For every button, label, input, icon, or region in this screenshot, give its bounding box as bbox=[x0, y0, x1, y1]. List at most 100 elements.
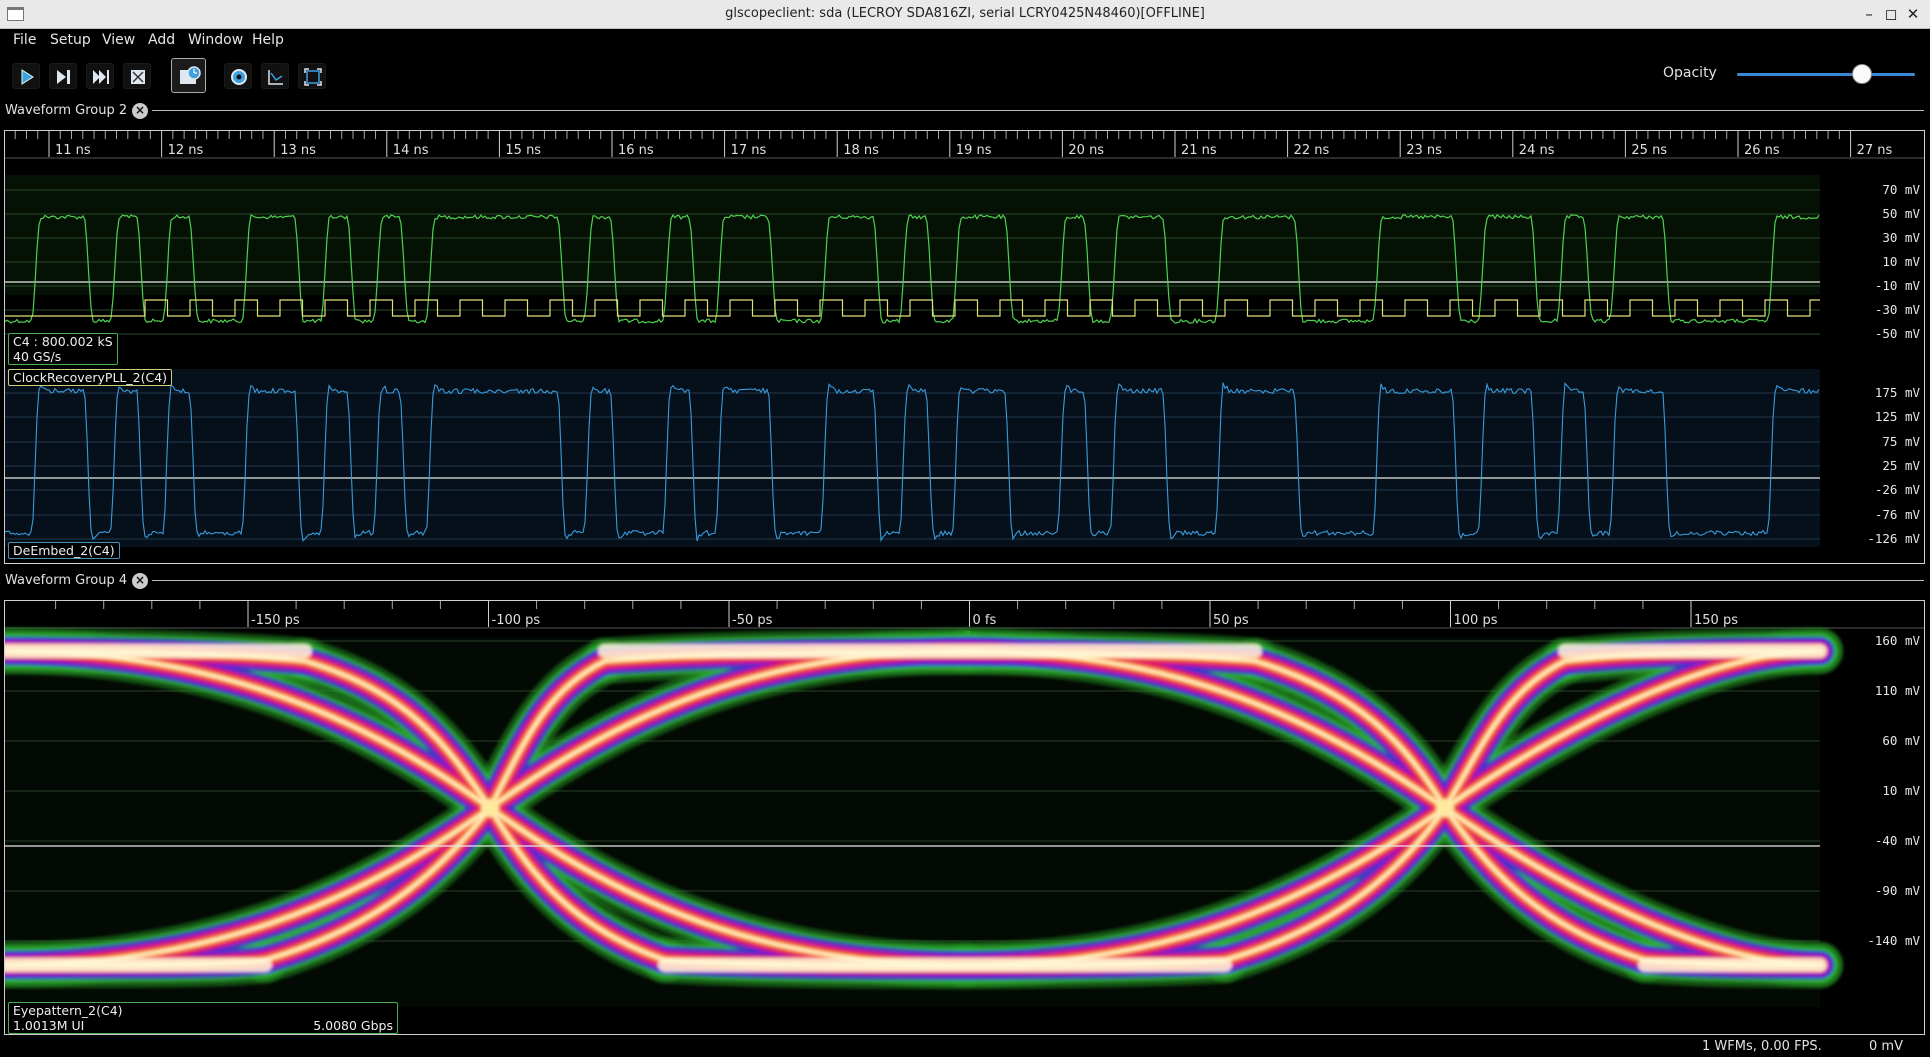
eyepattern-ui-count: 1.0013M UI bbox=[13, 1018, 85, 1033]
close-group-icon[interactable]: × bbox=[132, 573, 148, 589]
channel-c4-name: C4 : 800.002 kS bbox=[13, 334, 113, 349]
time-tick-label: 19 ns bbox=[956, 143, 992, 158]
close-window-button[interactable]: ✕ bbox=[1903, 4, 1923, 24]
minimize-button[interactable]: – bbox=[1859, 4, 1879, 24]
deembed-ytick-label: -76 mV bbox=[1875, 507, 1921, 522]
time-tick-label: -100 ps bbox=[492, 613, 541, 628]
stop-icon bbox=[131, 70, 145, 84]
force-icon bbox=[93, 70, 109, 84]
window-titlebar: glscopeclient: sda (LECROY SDA816ZI, ser… bbox=[0, 0, 1930, 29]
menu-add[interactable]: Add bbox=[148, 32, 175, 48]
waveform-group-4-panel[interactable]: -150 ps -100 ps -50 ps 0 fs 50 ps 100 ps 150 p… bbox=[4, 600, 1925, 1035]
clock-recovery-label[interactable]: ClockRecoveryPLL_2(C4) bbox=[8, 369, 173, 386]
deembed-ytick-label: -126 mV bbox=[1867, 531, 1920, 546]
time-tick-label: 25 ns bbox=[1631, 143, 1667, 158]
tab-divider bbox=[152, 110, 1924, 111]
eye-crossing-hotspot bbox=[1436, 799, 1454, 817]
menu-file[interactable]: File bbox=[13, 32, 36, 48]
c4-ytick-label: 50 mV bbox=[1882, 206, 1920, 221]
menu-setup[interactable]: Setup bbox=[50, 32, 91, 48]
group-name: Waveform Group 4 bbox=[5, 573, 128, 588]
eye-ytick-label: -90 mV bbox=[1875, 883, 1921, 898]
c4-ytick-label: 70 mV bbox=[1882, 182, 1920, 197]
waveform-group-2-tab[interactable]: Waveform Group 2 × bbox=[0, 100, 1930, 122]
eye-pattern-canvas: -150 ps -100 ps -50 ps 0 fs 50 ps 100 ps 150 p… bbox=[5, 601, 1924, 1007]
history-icon bbox=[180, 66, 201, 84]
time-tick-label: 17 ns bbox=[731, 143, 767, 158]
time-tick-label: 24 ns bbox=[1519, 143, 1555, 158]
eyepattern-name: Eyepattern_2(C4) bbox=[13, 1003, 123, 1018]
opacity-slider-handle[interactable] bbox=[1851, 64, 1872, 84]
opacity-slider-track[interactable] bbox=[1737, 73, 1915, 76]
close-group-icon[interactable]: × bbox=[132, 103, 148, 119]
deembed-ytick-label: 175 mV bbox=[1875, 385, 1921, 400]
eye-ytick-label: 60 mV bbox=[1882, 733, 1920, 748]
time-tick-label: 14 ns bbox=[393, 143, 429, 158]
toolbar: Opacity bbox=[0, 51, 1930, 97]
deembed-ytick-label: 125 mV bbox=[1875, 409, 1921, 424]
force-trigger-button[interactable] bbox=[86, 63, 114, 89]
eye-ytick-label: 10 mV bbox=[1882, 783, 1920, 798]
menu-help[interactable]: Help bbox=[252, 32, 284, 48]
clock-waveform bbox=[5, 299, 1820, 317]
eyepattern-bitrate: 5.0080 Gbps bbox=[313, 1018, 393, 1033]
opacity-label: Opacity bbox=[1663, 65, 1717, 81]
time-tick-label: 20 ns bbox=[1068, 143, 1104, 158]
time-tick-label: -150 ps bbox=[251, 613, 300, 628]
eye-ytick-label: 160 mV bbox=[1875, 633, 1921, 648]
clear-sweeps-button[interactable] bbox=[261, 63, 289, 89]
menu-bar: File Setup View Add Window Help bbox=[0, 29, 1930, 51]
play-icon bbox=[21, 69, 34, 85]
waveform-group-2-canvas: 11 ns 12 ns 13 ns 14 ns 15 ns 16 ns 17 ns 18 ns… bbox=[5, 131, 1924, 547]
status-bar: 1 WFMs, 0.00 FPS. 0 mV bbox=[0, 1037, 1930, 1057]
channel-c4-label[interactable]: C4 : 800.002 kS 40 GS/s bbox=[8, 333, 118, 365]
time-tick-label: 18 ns bbox=[843, 143, 879, 158]
graph-icon bbox=[268, 70, 283, 85]
window-title: glscopeclient: sda (LECROY SDA816ZI, ser… bbox=[725, 6, 1205, 21]
group-name: Waveform Group 2 bbox=[5, 103, 128, 118]
refresh-gear-icon bbox=[231, 69, 247, 85]
c4-ytick-label: -30 mV bbox=[1875, 302, 1921, 317]
maximize-button[interactable]: ◻ bbox=[1881, 4, 1901, 24]
time-tick-label: 22 ns bbox=[1294, 143, 1330, 158]
fps-status: 1 WFMs, 0.00 FPS. bbox=[1702, 1039, 1822, 1054]
start-trigger-button[interactable] bbox=[12, 63, 40, 89]
eye-ytick-label: -140 mV bbox=[1867, 933, 1920, 948]
time-tick-label: 23 ns bbox=[1406, 143, 1442, 158]
deembed-ytick-label: -26 mV bbox=[1875, 482, 1921, 497]
eye-ytick-label: -40 mV bbox=[1875, 833, 1921, 848]
eye-ytick-label: 110 mV bbox=[1875, 683, 1921, 698]
stop-trigger-button[interactable] bbox=[123, 63, 151, 89]
time-tick-label: 15 ns bbox=[505, 143, 541, 158]
waveform-group-2-panel[interactable]: 11 ns 12 ns 13 ns 14 ns 15 ns 16 ns 17 ns 18 ns… bbox=[4, 130, 1925, 564]
time-tick-label: 50 ps bbox=[1213, 613, 1249, 628]
deembed-ytick-label: 25 mV bbox=[1882, 458, 1920, 473]
time-tick-label: 11 ns bbox=[55, 143, 91, 158]
single-trigger-button[interactable] bbox=[49, 63, 77, 89]
time-tick-label: 26 ns bbox=[1744, 143, 1780, 158]
history-button[interactable] bbox=[171, 58, 206, 93]
menu-view[interactable]: View bbox=[102, 32, 135, 48]
channel-c4-samplerate: 40 GS/s bbox=[13, 349, 62, 364]
step-icon bbox=[57, 70, 70, 84]
eyepattern-label[interactable]: Eyepattern_2(C4) 1.0013M UI 5.0080 Gbps bbox=[8, 1002, 398, 1034]
refresh-settings-button[interactable] bbox=[224, 63, 252, 89]
c4-ytick-label: -10 mV bbox=[1875, 278, 1921, 293]
time-tick-label: 21 ns bbox=[1181, 143, 1217, 158]
time-tick-label: 13 ns bbox=[280, 143, 316, 158]
c4-ytick-label: 30 mV bbox=[1882, 230, 1920, 245]
c4-ytick-label: -50 mV bbox=[1875, 326, 1921, 341]
deembed-ytick-label: 75 mV bbox=[1882, 434, 1920, 449]
cursor-readout: 0 mV bbox=[1869, 1039, 1903, 1054]
fullscreen-icon bbox=[304, 68, 322, 86]
time-tick-label: 150 ps bbox=[1694, 613, 1738, 628]
c4-ytick-label: 10 mV bbox=[1882, 254, 1920, 269]
tab-divider bbox=[152, 580, 1924, 581]
menu-window[interactable]: Window bbox=[188, 32, 243, 48]
c4-plot-bg bbox=[5, 175, 1820, 295]
deembed-label[interactable]: DeEmbed_2(C4) bbox=[8, 542, 120, 559]
time-tick-label: 0 fs bbox=[973, 613, 997, 628]
waveform-group-4-tab[interactable]: Waveform Group 4 × bbox=[0, 570, 1930, 592]
time-tick-label: 12 ns bbox=[168, 143, 204, 158]
fullscreen-button[interactable] bbox=[298, 63, 326, 89]
